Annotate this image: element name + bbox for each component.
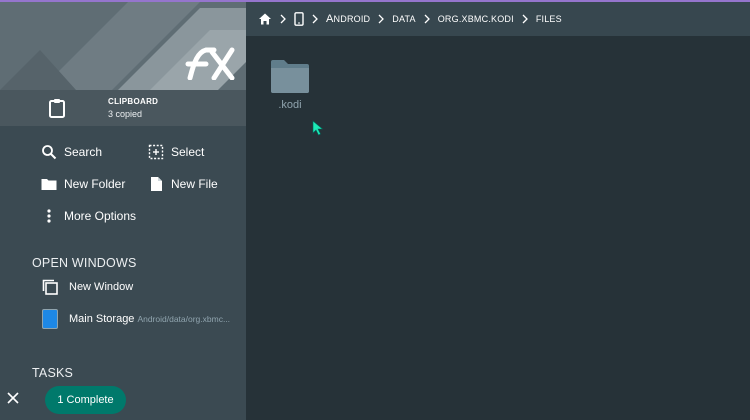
new-window-label: New Window <box>69 281 134 293</box>
breadcrumb-org-xbmc-kodi[interactable]: ORG.XBMC.KODI <box>438 14 514 24</box>
folder-icon <box>271 60 309 93</box>
new-folder-label: New Folder <box>64 177 126 191</box>
new-window-icon <box>42 279 58 295</box>
search-icon <box>42 145 57 160</box>
more-options-label: More Options <box>64 209 137 223</box>
file-browser: ANDROID DATA ORG.XBMC.KODI FILES .kodi <box>246 2 750 420</box>
main-storage-label: Main Storage <box>69 313 135 325</box>
new-file-label: New File <box>171 177 218 191</box>
mouse-cursor-icon <box>312 120 324 136</box>
home-icon[interactable] <box>258 12 272 26</box>
open-windows-heading: OPEN WINDOWS <box>32 256 137 270</box>
clipboard-count: 3 copied <box>108 109 143 119</box>
phone-icon[interactable] <box>294 12 304 26</box>
sidebar-banner <box>0 2 246 90</box>
breadcrumb-data[interactable]: DATA <box>392 14 415 24</box>
tasks-complete-chip[interactable]: 1 Complete <box>45 386 126 414</box>
clipboard-icon <box>49 99 65 118</box>
sidebar: CLIPBOARD 3 copied Search Select New Fol… <box>0 2 246 420</box>
select-button[interactable]: Select <box>148 142 204 162</box>
folder-icon <box>41 179 57 190</box>
fx-logo-icon <box>185 47 235 80</box>
chevron-right-icon <box>424 14 430 24</box>
search-label: Search <box>64 145 103 159</box>
new-folder-button[interactable]: New Folder <box>41 174 125 194</box>
chevron-right-icon <box>312 14 318 24</box>
new-file-button[interactable]: New File <box>148 174 218 194</box>
more-options-button[interactable]: More Options <box>41 206 136 226</box>
clipboard-title: CLIPBOARD <box>108 97 159 106</box>
breadcrumb: ANDROID DATA ORG.XBMC.KODI FILES <box>246 2 750 36</box>
clipboard-bar[interactable] <box>0 90 246 126</box>
search-button[interactable]: Search <box>41 142 102 162</box>
chevron-right-icon <box>280 14 286 24</box>
select-label: Select <box>171 145 205 159</box>
file-icon <box>151 177 162 191</box>
chevron-right-icon <box>378 14 385 24</box>
file-item-name: .kodi <box>278 99 302 111</box>
breadcrumb-files[interactable]: FILES <box>536 14 562 24</box>
open-window-item-new-window[interactable]: New Window <box>42 276 133 298</box>
breadcrumb-android[interactable]: ANDROID <box>326 13 370 25</box>
tasks-heading: TASKS <box>32 366 74 380</box>
chevron-right-icon <box>522 14 528 24</box>
storage-icon <box>42 309 58 329</box>
close-icon[interactable] <box>6 391 20 405</box>
more-vert-icon <box>47 209 51 223</box>
main-storage-path: Android/data/org.xbmc... <box>137 314 231 324</box>
select-icon <box>148 144 164 160</box>
open-window-item-main-storage[interactable]: Main Storage Android/data/org.xbmc... <box>42 308 230 330</box>
